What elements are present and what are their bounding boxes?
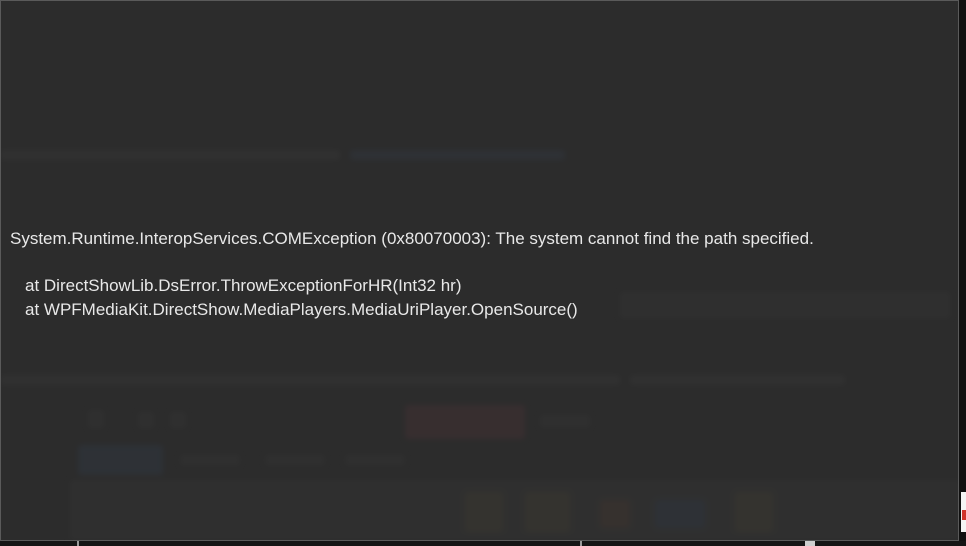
bottom-tick <box>77 541 79 546</box>
bottom-tick <box>805 541 815 546</box>
screen: System.Runtime.InteropServices.COMExcept… <box>0 0 966 546</box>
right-edge-red-mark <box>962 510 966 520</box>
exception-message: System.Runtime.InteropServices.COMExcept… <box>10 229 814 248</box>
stack-trace: at DirectShowLib.DsError.ThrowExceptionF… <box>10 274 938 322</box>
bottom-tick <box>580 541 582 546</box>
error-text-block: System.Runtime.InteropServices.COMExcept… <box>10 227 938 322</box>
stack-trace-line: at DirectShowLib.DsError.ThrowExceptionF… <box>25 276 462 295</box>
error-overlay-window: System.Runtime.InteropServices.COMExcept… <box>0 0 959 541</box>
right-edge-strip <box>959 0 966 546</box>
stack-trace-line: at WPFMediaKit.DirectShow.MediaPlayers.M… <box>25 300 578 319</box>
bottom-edge-strip <box>0 541 966 546</box>
